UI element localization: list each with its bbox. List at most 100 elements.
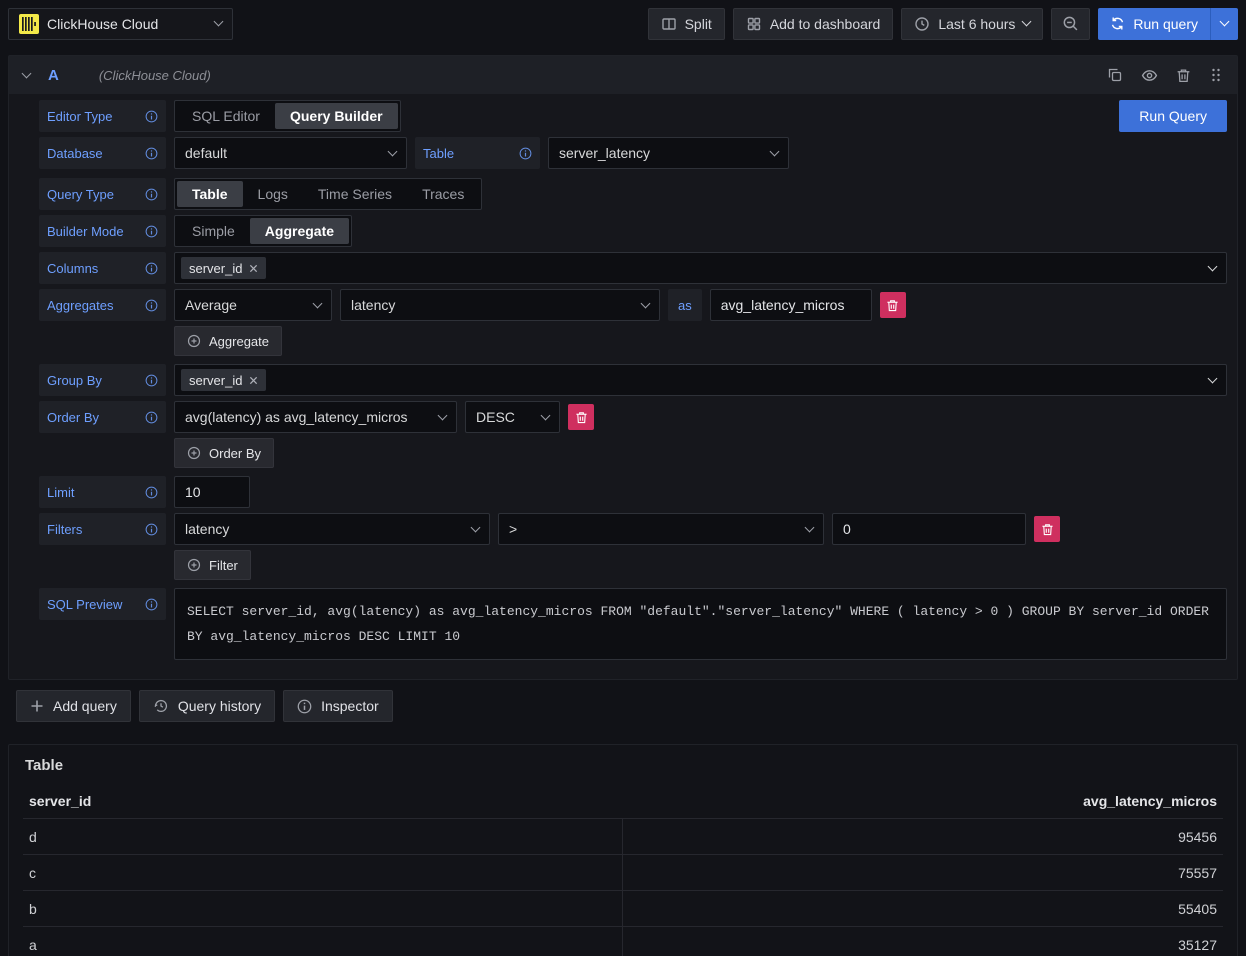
column-header-server-id[interactable]: server_id (23, 793, 623, 809)
add-to-dashboard-button[interactable]: Add to dashboard (733, 8, 894, 40)
filter-value-input[interactable] (843, 521, 1015, 537)
time-range-picker[interactable]: Last 6 hours (901, 8, 1043, 40)
add-filter-button[interactable]: Filter (174, 550, 251, 580)
time-zoom-out-button[interactable] (1051, 8, 1090, 40)
cell-server-id: d (23, 819, 623, 854)
info-icon (145, 299, 158, 312)
aggregate-alias-field[interactable] (710, 289, 872, 321)
table-row: a 35127 (23, 926, 1223, 956)
cell-server-id: c (23, 855, 623, 890)
chevron-down-icon (805, 522, 815, 532)
remove-filter-button[interactable] (1034, 516, 1060, 542)
chevron-down-icon (1208, 373, 1218, 383)
filter-operator-select[interactable]: > (498, 513, 824, 545)
info-icon (145, 188, 158, 201)
remove-aggregate-button[interactable] (880, 292, 906, 318)
results-table: server_id avg_latency_micros d 95456 c 7… (23, 784, 1223, 956)
duplicate-query-button[interactable] (1107, 67, 1123, 83)
add-aggregate-button[interactable]: Aggregate (174, 326, 282, 356)
columns-label: Columns (39, 252, 166, 284)
delete-query-button[interactable] (1176, 68, 1191, 83)
query-type-option-table[interactable]: Table (177, 181, 243, 207)
cell-avg-latency: 95456 (623, 829, 1223, 845)
sql-preview-code: SELECT server_id, avg(latency) as avg_la… (174, 588, 1227, 660)
datasource-name: ClickHouse Cloud (47, 16, 207, 32)
plus-circle-icon (187, 334, 201, 348)
close-icon[interactable] (249, 264, 258, 273)
filter-value-field[interactable] (832, 513, 1026, 545)
chevron-down-icon (471, 522, 481, 532)
plus-circle-icon (187, 558, 201, 572)
query-type-option-logs[interactable]: Logs (243, 181, 303, 207)
order-by-label: Order By (39, 401, 166, 433)
run-query-label: Run query (1133, 16, 1198, 32)
plus-icon (30, 699, 44, 713)
inspector-button[interactable]: Inspector (283, 690, 393, 722)
columns-select[interactable]: server_id (174, 252, 1227, 284)
split-button[interactable]: Split (648, 8, 725, 40)
clickhouse-logo-icon (19, 14, 39, 34)
cell-avg-latency: 55405 (623, 901, 1223, 917)
query-type-label: Query Type (39, 178, 166, 210)
info-icon (145, 411, 158, 424)
builder-mode-option-simple[interactable]: Simple (177, 218, 250, 244)
cell-server-id: b (23, 891, 623, 926)
query-row-header[interactable]: A (ClickHouse Cloud) (9, 56, 1237, 94)
chevron-down-icon (313, 298, 323, 308)
run-query-options-button[interactable] (1210, 8, 1238, 40)
filter-field-select[interactable]: latency (174, 513, 490, 545)
explore-toolbar: ClickHouse Cloud Split Add to dashboard … (0, 0, 1246, 47)
info-icon (145, 110, 158, 123)
info-icon (519, 147, 532, 160)
drag-handle-icon[interactable] (1209, 67, 1223, 83)
editor-type-option-sql-editor[interactable]: SQL Editor (177, 103, 275, 129)
clock-icon (914, 16, 930, 32)
info-icon (145, 262, 158, 275)
add-query-button[interactable]: Add query (16, 690, 131, 722)
table-select[interactable]: server_latency (548, 137, 789, 169)
editor-type-label: Editor Type (39, 100, 166, 132)
table-label: Table (415, 137, 540, 169)
query-editor-panel: A (ClickHouse Cloud) Editor Type (8, 55, 1238, 680)
aggregate-function-select[interactable]: Average (174, 289, 332, 321)
query-ref-id: A (48, 67, 59, 84)
aggregate-as-label: as (668, 289, 702, 321)
remove-order-by-button[interactable] (568, 404, 594, 430)
query-history-button[interactable]: Query history (139, 690, 275, 722)
toggle-visibility-button[interactable] (1141, 67, 1158, 84)
editor-type-option-query-builder[interactable]: Query Builder (275, 103, 398, 129)
info-icon (145, 598, 158, 611)
add-to-dashboard-label: Add to dashboard (770, 16, 881, 32)
close-icon[interactable] (249, 376, 258, 385)
query-type-option-traces[interactable]: Traces (407, 181, 479, 207)
info-icon (145, 486, 158, 499)
builder-mode-label: Builder Mode (39, 215, 166, 247)
aggregate-alias-input[interactable] (721, 297, 861, 313)
results-table-header: server_id avg_latency_micros (23, 784, 1223, 818)
info-icon (145, 374, 158, 387)
aggregates-label: Aggregates (39, 289, 166, 321)
split-label: Split (685, 16, 712, 32)
builder-mode-option-aggregate[interactable]: Aggregate (250, 218, 349, 244)
datasource-picker[interactable]: ClickHouse Cloud (8, 8, 233, 40)
trash-icon (1041, 523, 1054, 536)
column-header-avg-latency-micros[interactable]: avg_latency_micros (623, 793, 1223, 809)
run-query-editor-button[interactable]: Run Query (1119, 100, 1227, 132)
columns-tag-server-id: server_id (181, 257, 266, 279)
query-type-option-time-series[interactable]: Time Series (303, 181, 407, 207)
info-icon (145, 225, 158, 238)
apps-grid-icon (746, 16, 762, 32)
cell-server-id: a (23, 927, 623, 956)
run-query-button[interactable]: Run query (1098, 8, 1210, 40)
order-by-direction-select[interactable]: DESC (465, 401, 560, 433)
order-by-field-select[interactable]: avg(latency) as avg_latency_micros (174, 401, 457, 433)
add-order-by-button[interactable]: Order By (174, 438, 274, 468)
limit-field[interactable] (174, 476, 250, 508)
limit-input[interactable] (185, 484, 239, 500)
collapse-chevron-icon[interactable] (22, 68, 32, 78)
group-by-select[interactable]: server_id (174, 364, 1227, 396)
query-type-group: Table Logs Time Series Traces (174, 178, 482, 210)
table-row: d 95456 (23, 818, 1223, 854)
database-select[interactable]: default (174, 137, 407, 169)
aggregate-column-select[interactable]: latency (340, 289, 660, 321)
